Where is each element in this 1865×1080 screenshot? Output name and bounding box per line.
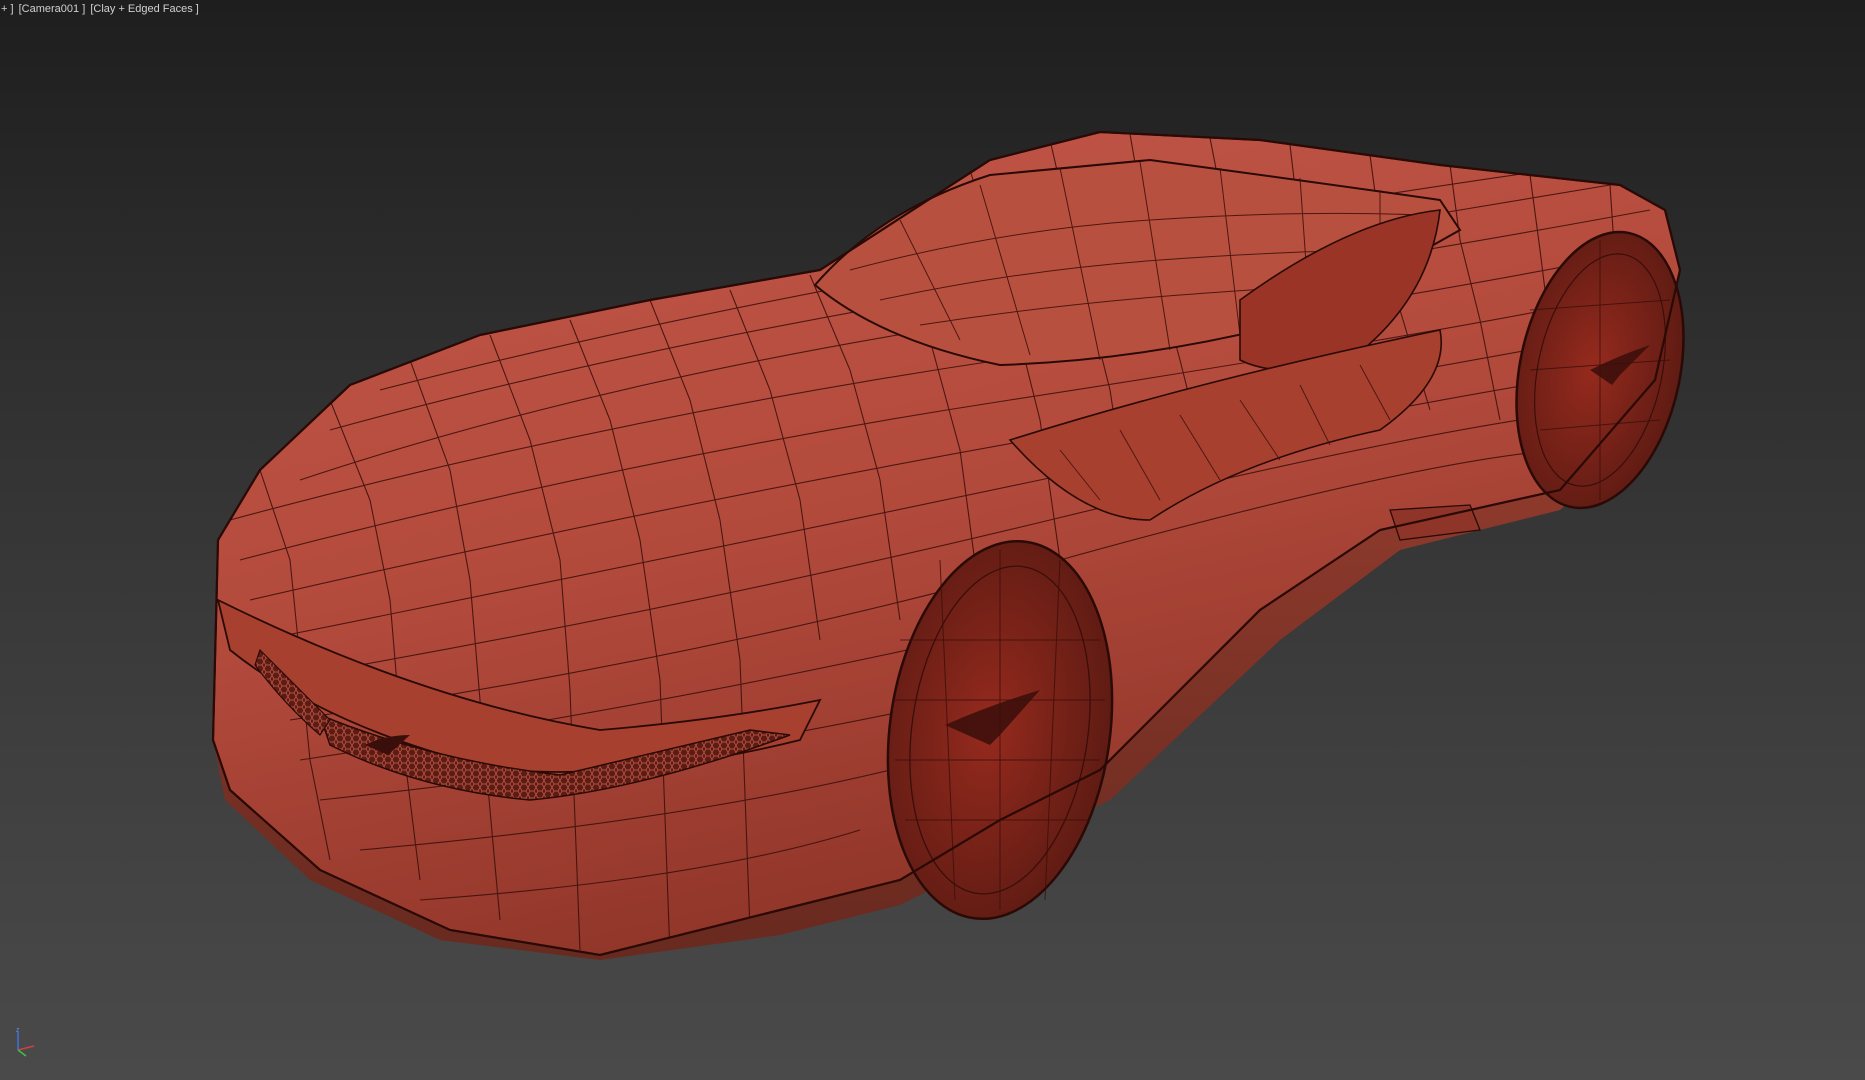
axis-gizmo: z	[16, 1027, 35, 1057]
viewport-scene[interactable]	[0, 0, 1865, 1080]
y-axis-icon	[17, 1049, 27, 1057]
viewport-menu-button[interactable]: + ]	[0, 3, 15, 15]
x-axis-icon	[17, 1045, 35, 1051]
shading-mode-selector[interactable]: [Clay + Edged Faces ]	[89, 3, 200, 15]
z-axis-label: z	[16, 1027, 20, 1034]
camera-selector[interactable]: [Camera001 ]	[18, 3, 87, 15]
viewport-camera001[interactable]: + ] [Camera001 ] [Clay + Edged Faces ] z	[0, 0, 1865, 1080]
car-body-mesh[interactable]	[211, 130, 1707, 960]
viewport-label: + ] [Camera001 ] [Clay + Edged Faces ]	[0, 2, 200, 16]
